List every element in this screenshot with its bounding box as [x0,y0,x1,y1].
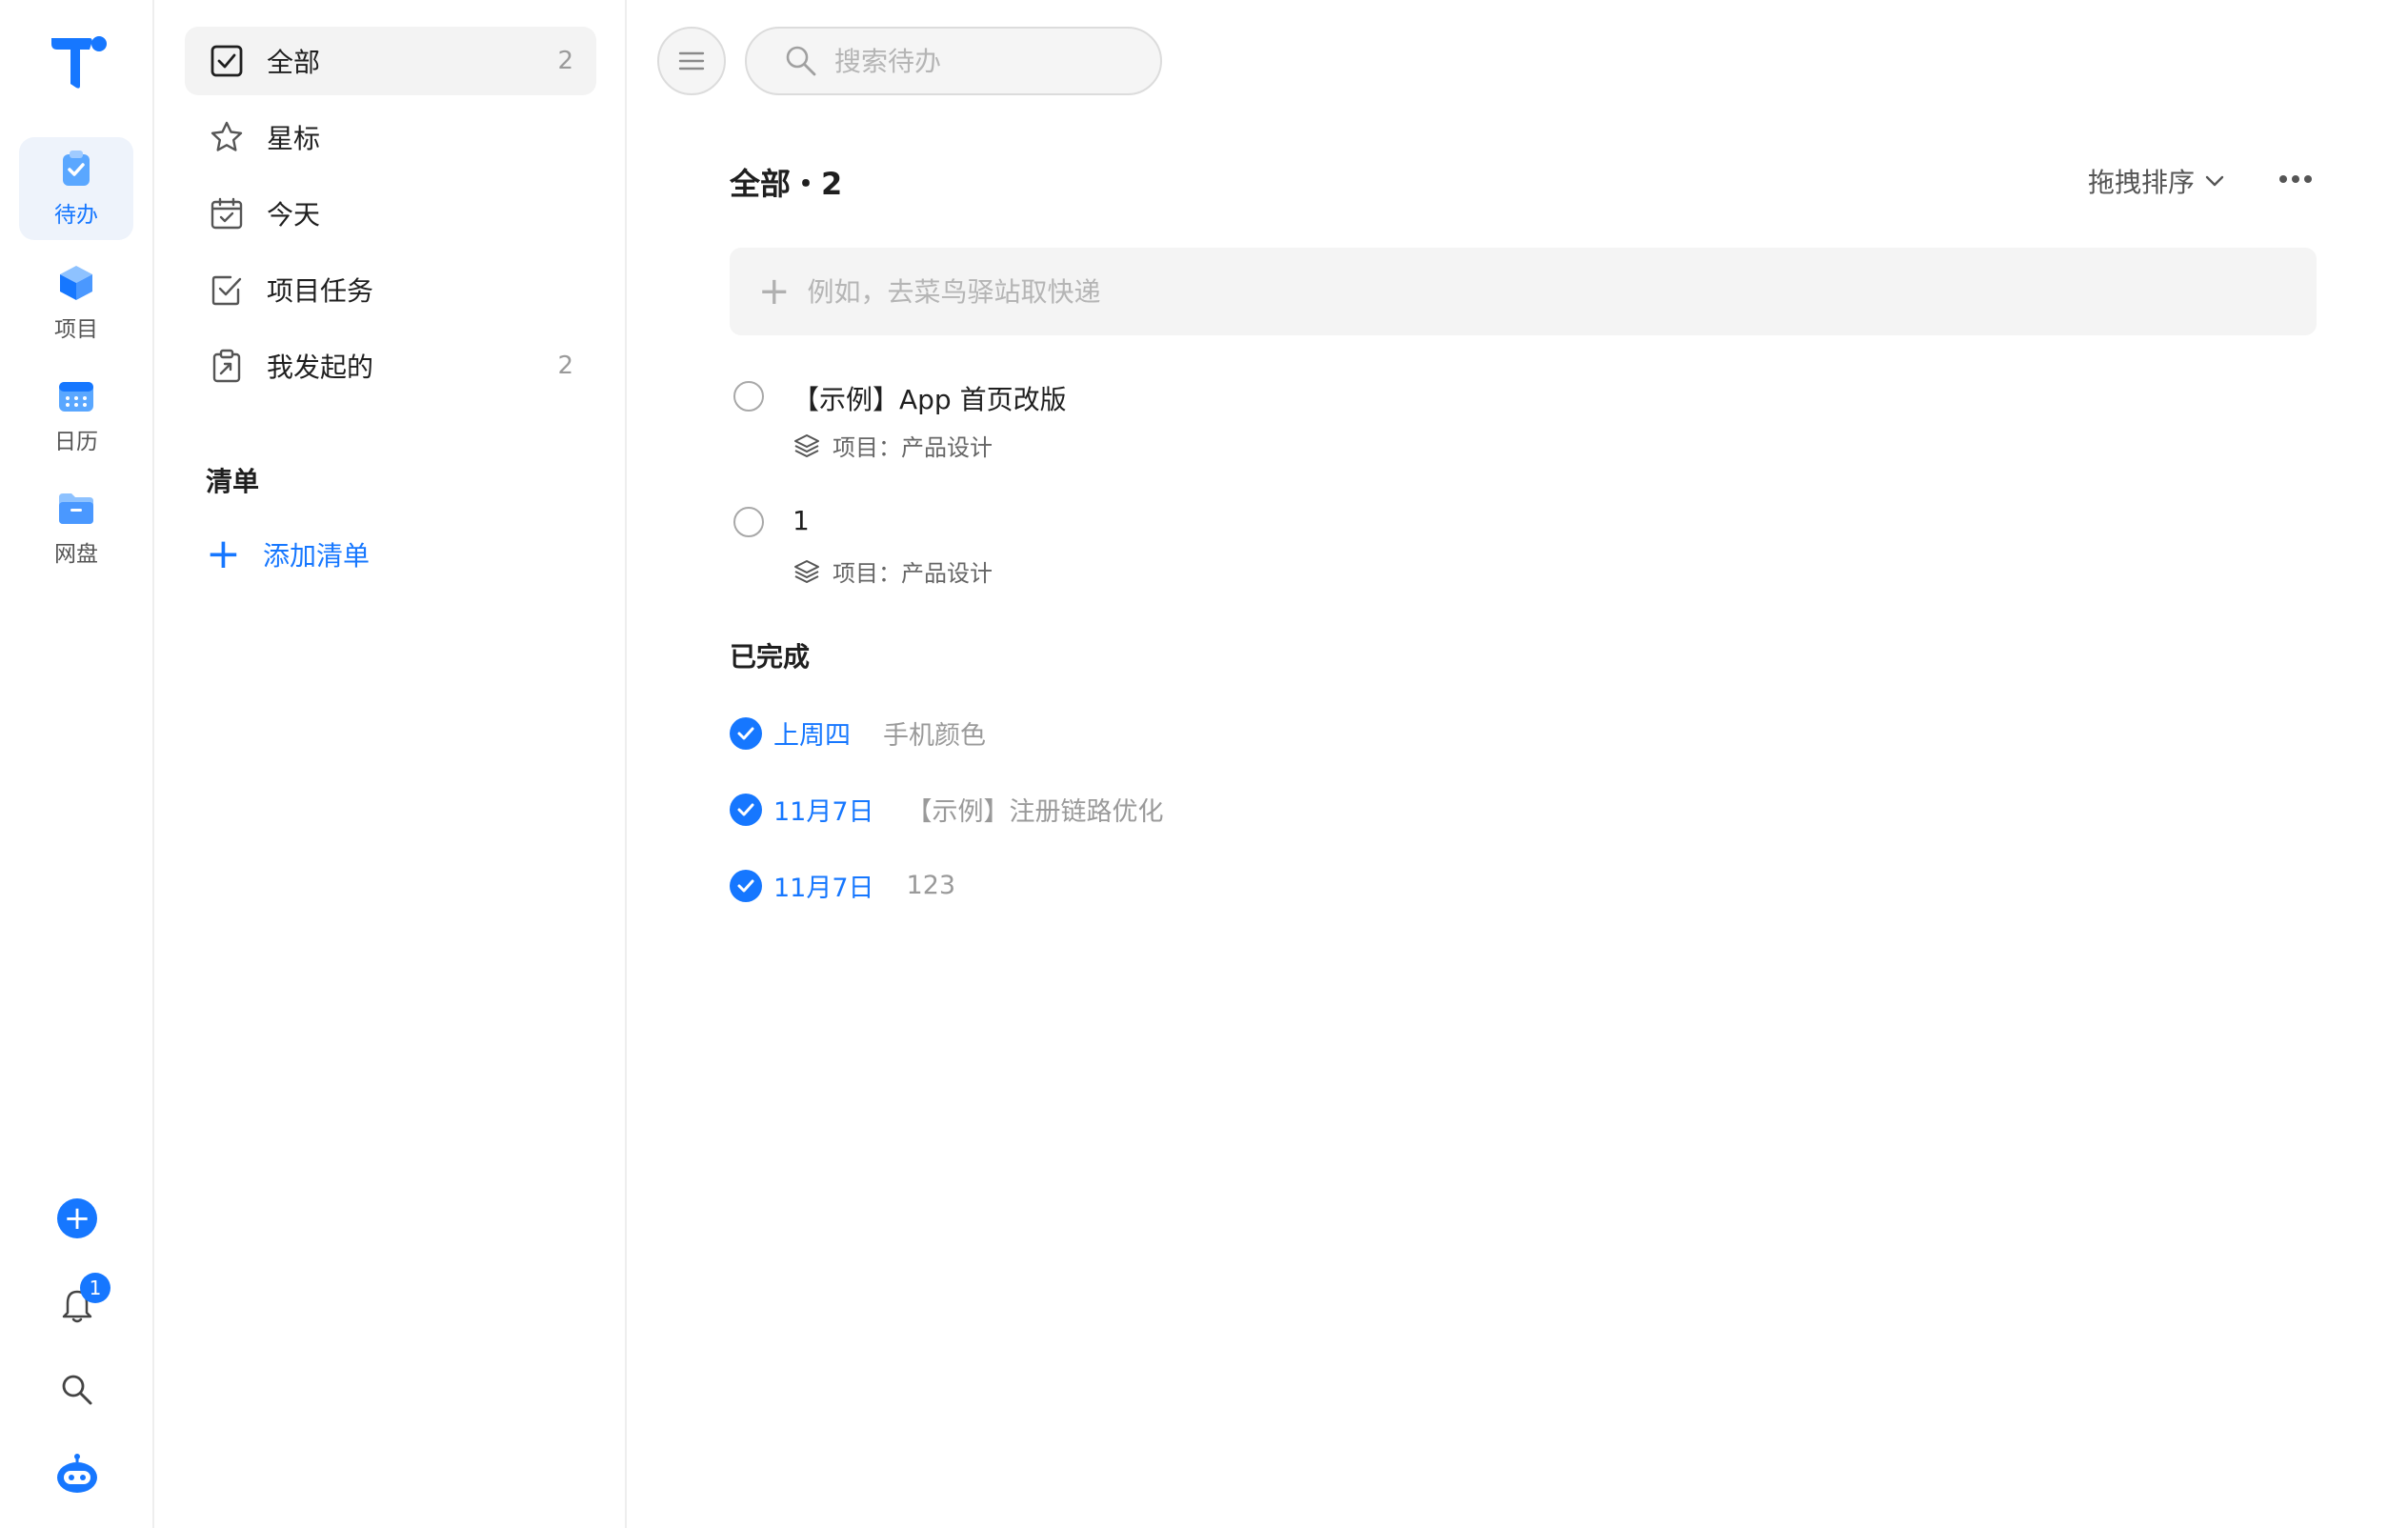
sidebar-item-count: 2 [557,352,573,380]
sidebar-item-created-by-me[interactable]: 我发起的 2 [185,332,596,400]
calendar-icon [59,382,93,412]
sidebar-item-project-tasks[interactable]: 项目任务 [185,255,596,324]
rail-item-label: 网盘 [54,542,98,567]
notification-badge: 1 [80,1273,110,1303]
rail-item-label: 待办 [54,203,98,228]
quick-add-button[interactable]: + [57,1198,97,1238]
completed-title: 【示例】注册链路优化 [906,797,1164,827]
plus-icon: + [758,270,791,313]
more-options-button[interactable] [2273,158,2318,200]
calendar-check-icon [211,197,243,230]
task-meta: 项目：产品设计 [793,429,993,462]
folder-icon [59,493,93,524]
more-dots-icon [2279,175,2312,183]
search-box [745,27,1162,95]
rail-item-calendar[interactable]: 日历 [19,364,133,467]
completed-date: 11月7日 [773,874,874,903]
sidebar-item-label: 全部 [267,47,321,78]
clipboard-check-icon [63,151,90,186]
check-icon [737,879,754,892]
search-icon [62,1375,92,1405]
rail-item-todo[interactable]: 待办 [19,137,133,240]
main-panel: 全部・2 拖拽排序 + 【示例】App 首页改版 项目：产品设计 1 [629,0,2408,1528]
new-task-input[interactable] [807,275,2237,308]
task-check-icon [211,275,242,306]
checkbox-icon [211,45,243,77]
task-meta: 项目：产品设计 [793,554,993,588]
completed-section-title: 已完成 [730,641,811,673]
completed-title: 手机颜色 [883,721,986,751]
task-checkbox[interactable] [733,507,764,537]
completed-task-item[interactable]: 11月7日 【示例】注册链路优化 [730,791,1164,828]
lists-section-title: 清单 [206,466,260,497]
robot-icon [57,1454,97,1493]
completed-date: 11月7日 [773,797,874,827]
task-title: 【示例】App 首页改版 [793,384,1067,415]
page-title: 全部・2 [730,166,843,202]
assistant-bot-button[interactable] [55,1452,99,1496]
list-sidebar: 全部 2 星标 今天 项目任务 我发起的 2 清单 + 添加清单 [156,0,627,1528]
sidebar-item-label: 星标 [267,123,321,154]
global-search-button[interactable] [55,1368,99,1412]
completed-date: 上周四 [773,721,851,751]
completed-checkbox[interactable] [730,869,762,902]
add-list-label: 添加清单 [263,540,371,572]
completed-checkbox[interactable] [730,716,762,750]
menu-icon [678,51,705,70]
task-title: 1 [793,505,810,536]
rail-item-label: 日历 [54,430,98,454]
add-list-button[interactable]: + 添加清单 [206,533,370,575]
completed-title: 123 [906,871,956,900]
completed-task-item[interactable]: 11月7日 123 [730,867,955,904]
check-icon [737,727,754,739]
rail-item-label: 项目 [54,317,98,342]
app-logo [51,36,107,89]
search-icon [786,46,816,76]
check-icon [737,803,754,815]
sort-dropdown[interactable]: 拖拽排序 [2088,162,2225,200]
sidebar-item-label: 今天 [267,199,321,231]
cube-icon [60,266,92,300]
app-rail: 待办 项目 日历 网盘 + 1 [0,0,154,1528]
task-project: 项目：产品设计 [833,560,993,587]
plus-icon: + [206,530,241,578]
sidebar-item-starred[interactable]: 星标 [185,103,596,171]
rail-item-drive[interactable]: 网盘 [19,476,133,579]
toggle-sidebar-button[interactable] [657,27,726,95]
sidebar-item-label: 我发起的 [267,352,374,383]
quick-add-task: + [730,248,2317,335]
sort-label: 拖拽排序 [2088,167,2196,198]
rail-item-project[interactable]: 项目 [19,251,133,354]
task-checkbox[interactable] [733,381,764,412]
completed-task-item[interactable]: 上周四 手机颜色 [730,714,986,752]
completed-checkbox[interactable] [730,793,762,826]
layers-icon [794,559,819,583]
sidebar-item-count: 2 [557,47,573,75]
task-project: 项目：产品设计 [833,434,993,461]
layers-icon [794,433,819,457]
search-input[interactable] [834,45,1139,77]
sidebar-item-label: 项目任务 [267,275,374,307]
star-icon [211,121,243,151]
chevron-down-icon [2205,175,2224,187]
sidebar-item-all[interactable]: 全部 2 [185,27,596,95]
sidebar-item-today[interactable]: 今天 [185,179,596,248]
clipboard-share-icon [212,349,241,383]
